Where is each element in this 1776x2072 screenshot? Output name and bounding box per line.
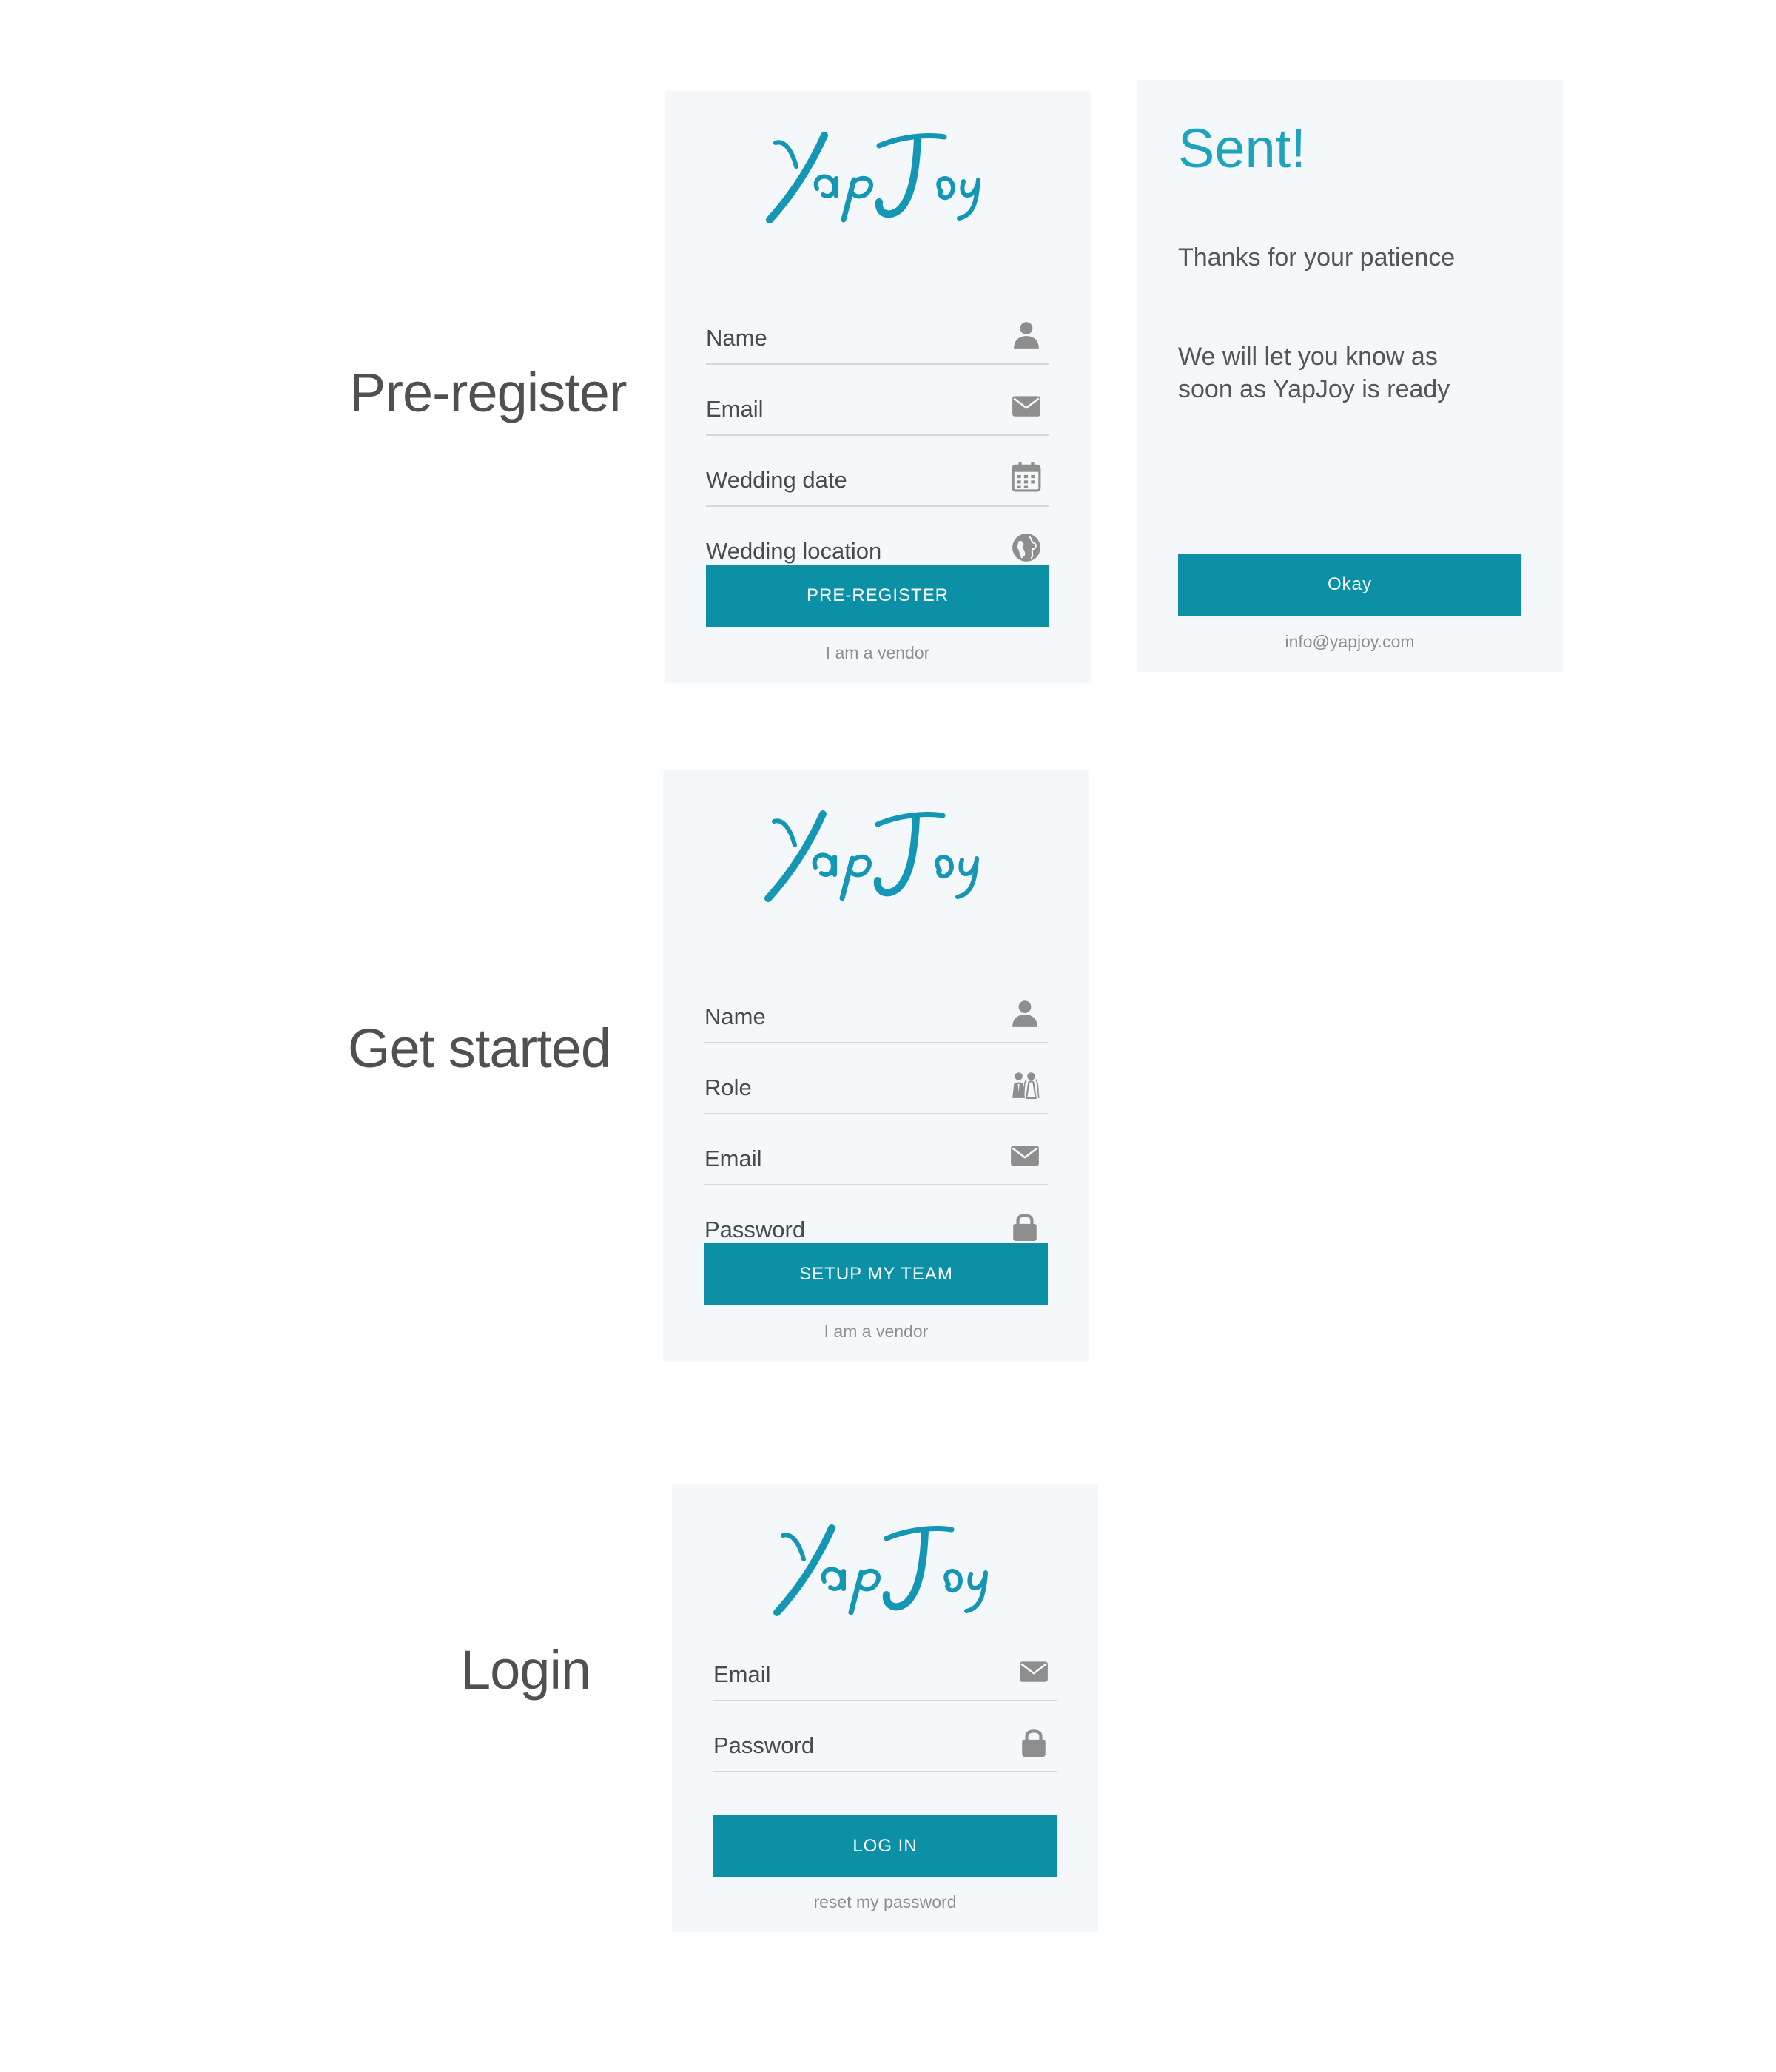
lock-icon xyxy=(1009,1211,1040,1242)
wedding-date-field[interactable]: Wedding date xyxy=(706,436,1049,507)
globe-icon xyxy=(1011,532,1042,563)
reset-password-link[interactable]: reset my password xyxy=(672,1892,1098,1912)
section-label-preregister: Pre-register xyxy=(349,362,628,423)
yapjoy-logo xyxy=(672,1513,1098,1624)
preregister-card: Name Email Wedding date Wedding location… xyxy=(665,91,1091,683)
setup-team-button[interactable]: SETUP MY TEAM xyxy=(704,1243,1048,1305)
contact-email[interactable]: info@yapjoy.com xyxy=(1137,632,1563,652)
envelope-icon xyxy=(1009,1140,1040,1171)
user-icon xyxy=(1011,319,1042,350)
envelope-icon xyxy=(1011,390,1042,421)
preregister-button[interactable]: PRE-REGISTER xyxy=(706,565,1049,627)
name-field-label: Name xyxy=(706,325,767,351)
email-field[interactable]: Email xyxy=(704,1114,1048,1185)
role-field[interactable]: Role xyxy=(704,1043,1048,1114)
envelope-icon xyxy=(1018,1655,1049,1686)
wedding-date-field-label: Wedding date xyxy=(706,467,847,493)
couple-icon xyxy=(1009,1069,1040,1100)
login-button[interactable]: LOG IN xyxy=(713,1815,1057,1877)
login-card: Email Password LOG IN reset my password xyxy=(672,1484,1098,1932)
name-field-label: Name xyxy=(704,1003,766,1029)
ready-message: We will let you know as soon as YapJoy i… xyxy=(1178,343,1450,403)
section-label-login: Login xyxy=(460,1639,591,1701)
yapjoy-logo xyxy=(663,799,1089,910)
email-field-label: Email xyxy=(706,396,764,422)
lock-icon xyxy=(1018,1726,1049,1758)
email-field[interactable]: Email xyxy=(713,1630,1057,1701)
password-field-label: Password xyxy=(713,1732,815,1758)
email-field[interactable]: Email xyxy=(706,365,1049,436)
email-field-label: Email xyxy=(713,1661,771,1687)
sent-card: Sent! Thanks for your patience We will l… xyxy=(1137,80,1563,672)
email-field-label: Email xyxy=(704,1146,762,1171)
sent-title: Sent! xyxy=(1178,118,1306,179)
password-field-label: Password xyxy=(704,1217,806,1242)
name-field[interactable]: Name xyxy=(706,294,1049,365)
section-label-get-started: Get started xyxy=(348,1018,611,1079)
yapjoy-logo xyxy=(665,121,1091,232)
thanks-message: Thanks for your patience xyxy=(1178,243,1456,272)
name-field[interactable]: Name xyxy=(704,972,1048,1043)
okay-button[interactable]: Okay xyxy=(1178,554,1521,616)
wedding-location-field-label: Wedding location xyxy=(706,538,882,564)
password-field[interactable]: Password xyxy=(713,1701,1057,1772)
calendar-icon xyxy=(1011,461,1042,492)
user-icon xyxy=(1009,998,1040,1029)
role-field-label: Role xyxy=(704,1074,752,1100)
vendor-link[interactable]: I am a vendor xyxy=(663,1322,1089,1342)
vendor-link[interactable]: I am a vendor xyxy=(665,643,1091,663)
get-started-card: Name Role Email Password SETUP MY TEAM I… xyxy=(663,770,1089,1362)
